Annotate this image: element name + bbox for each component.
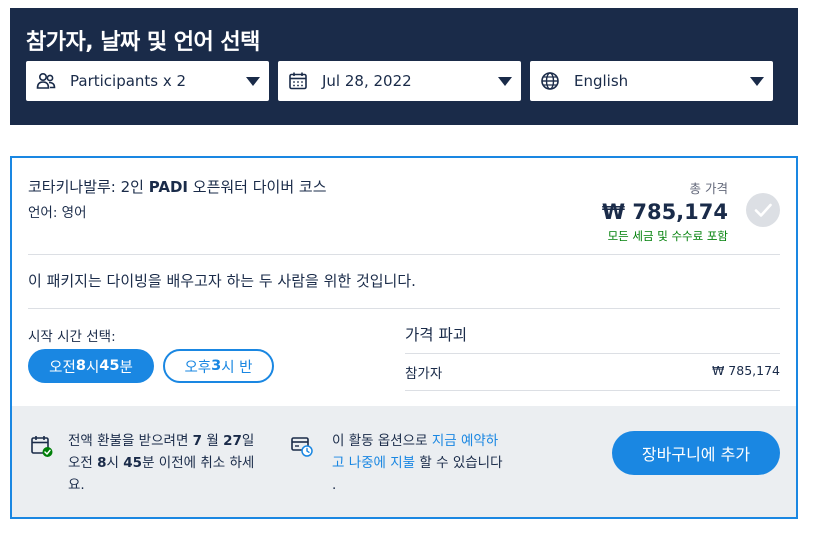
language-label: English: [574, 72, 629, 90]
total-price-label: 총 가격: [689, 181, 728, 196]
refund-policy-text: 전액 환불을 받으려면 7 월 27일 오전 8시 45분 이전에 취소 하세 …: [68, 433, 255, 493]
start-time-label: 시작 시간 선택:: [28, 329, 116, 345]
option-description: 이 패키지는 다이빙을 배우고자 하는 두 사람을 위한 것입니다.: [28, 272, 416, 290]
card-footer: 전액 환불을 받으려면 7 월 27일 오전 8시 45분 이전에 취소 하세 …: [12, 406, 796, 517]
option-card[interactable]: 코타키나발루: 2인 PADI 오픈워터 다이버 코스 언어: 영어 총 가격 …: [10, 156, 798, 519]
calendar-check-icon: [31, 436, 53, 457]
language-picker[interactable]: English: [530, 61, 773, 101]
pay-later-link[interactable]: 고 나중에 지불: [332, 455, 415, 471]
chevron-down-icon: [498, 77, 512, 86]
date-label: Jul 28, 2022: [322, 72, 412, 90]
divider: [405, 390, 780, 391]
chevron-down-icon: [750, 77, 764, 86]
participants-label: Participants x 2: [70, 72, 187, 90]
participants-picker[interactable]: Participants x 2: [26, 61, 269, 101]
date-picker[interactable]: Jul 28, 2022: [278, 61, 521, 101]
select-option-check[interactable]: [746, 193, 780, 227]
reserve-now-link[interactable]: 지금 예약하: [432, 433, 498, 449]
add-to-cart-button[interactable]: 장바구니에 추가: [612, 431, 780, 475]
reserve-now-pay-later-text: 이 활동 옵션으로 지금 예약하 고 나중에 지불 할 수 있습니다 .: [332, 433, 503, 493]
people-icon: [36, 72, 56, 89]
option-language: 언어: 영어: [28, 205, 87, 221]
globe-icon: [541, 72, 559, 90]
calendar-icon: [289, 72, 307, 90]
divider: [405, 353, 780, 354]
time-slot-0845[interactable]: 오전 8시 45 분: [28, 349, 154, 383]
tax-note: 모든 세금 및 수수료 포함: [607, 229, 728, 243]
breakdown-participants-label: 참가자: [405, 366, 443, 382]
divider: [28, 308, 780, 309]
price-breakdown-title: 가격 파괴: [405, 326, 467, 344]
total-price: ₩ 785,174: [601, 200, 728, 224]
page-title: 참가자, 날짜 및 언어 선택: [26, 30, 260, 55]
divider: [28, 254, 780, 255]
breakdown-participants-value: ₩ 785,174: [711, 363, 780, 378]
time-slot-1530[interactable]: 오후 3시 반: [163, 349, 274, 383]
payment-clock-icon: [291, 437, 313, 457]
selection-header: 참가자, 날짜 및 언어 선택 Participants x 2 Jul 28,…: [10, 8, 798, 125]
chevron-down-icon: [246, 77, 260, 86]
option-title: 코타키나발루: 2인 PADI 오픈워터 다이버 코스: [28, 178, 327, 196]
check-icon: [754, 203, 772, 217]
